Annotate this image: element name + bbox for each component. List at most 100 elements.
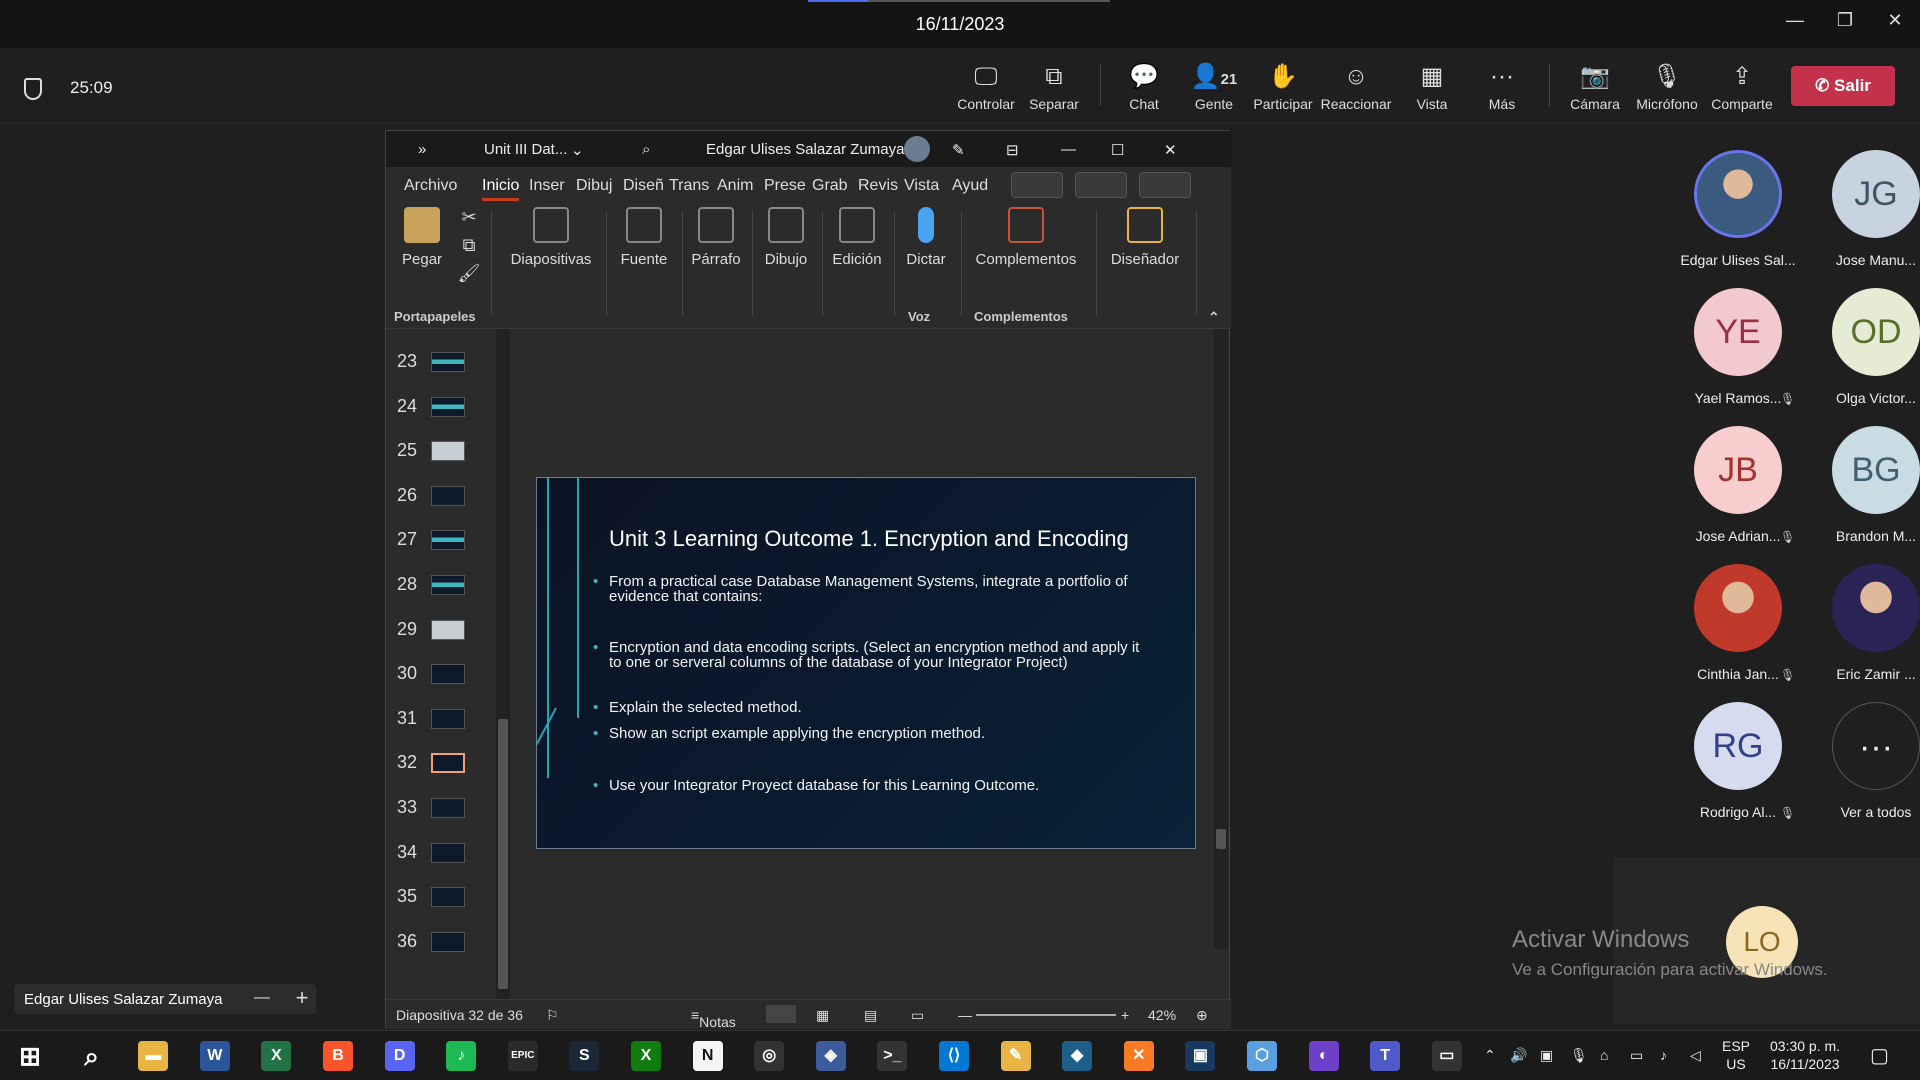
show-hidden-icons[interactable]: ⌃ <box>1484 1047 1496 1064</box>
terminal-icon[interactable]: >_ <box>877 1041 908 1071</box>
chevron-icon[interactable]: » <box>418 141 426 158</box>
comparte-button[interactable]: ⇪ Comparte <box>1706 62 1778 112</box>
slide-thumbnail[interactable] <box>431 798 465 818</box>
system-clock[interactable]: 03:30 p. m. 16/11/2023 <box>1770 1037 1840 1073</box>
ribbon-tab[interactable]: Vista <box>904 177 939 195</box>
slide-thumbnail[interactable] <box>431 708 465 729</box>
view-all-button[interactable]: ··· <box>1832 702 1920 790</box>
ribbon-tab[interactable]: Dibuj <box>576 177 612 195</box>
camera-tray-icon[interactable]: ▣ <box>1540 1047 1553 1064</box>
app-icon[interactable]: ◈ <box>815 1041 846 1071</box>
ribbon-tab[interactable]: Prese <box>764 177 806 195</box>
ribbon-tab[interactable]: Diseñ <box>623 177 664 195</box>
speaker-icon[interactable]: ♪ <box>1660 1047 1667 1063</box>
notion-icon[interactable]: N <box>692 1041 723 1071</box>
slideshow-icon[interactable]: ▭ <box>911 1007 924 1024</box>
participant-avatar[interactable]: JG <box>1832 150 1920 238</box>
slide-thumbnail[interactable] <box>431 575 465 595</box>
ppt-minimize-button[interactable]: — <box>1061 141 1076 158</box>
file-explorer-icon[interactable]: ▬ <box>138 1041 169 1071</box>
3d-icon[interactable]: ⬡ <box>1247 1041 1277 1071</box>
format-painter-icon[interactable]: 🖌 <box>454 263 484 284</box>
slide-thumbnail[interactable] <box>431 753 465 774</box>
paint-icon[interactable]: ✎ <box>1000 1041 1031 1071</box>
ribbon-display-icon[interactable]: ⊟ <box>1006 141 1019 159</box>
paragraph-button[interactable]: Párrafo <box>686 207 746 268</box>
chat-button[interactable]: 💬 Chat <box>1108 62 1180 112</box>
participant-avatar[interactable]: RG <box>1694 702 1782 790</box>
ribbon-tab[interactable]: Ayud <box>952 177 988 195</box>
obs-icon[interactable]: ◎ <box>754 1041 785 1071</box>
zoom-in-icon[interactable]: + <box>1121 1007 1129 1023</box>
ppt-maximize-button[interactable]: ☐ <box>1111 141 1124 159</box>
current-slide[interactable]: Unit 3 Learning Outcome 1. Encryption an… <box>536 477 1196 849</box>
editor-scrollbar[interactable] <box>1214 329 1228 949</box>
ribbon-tab[interactable]: Revis <box>858 177 898 195</box>
participar-button[interactable]: ✋ Participar <box>1247 62 1319 112</box>
close-button[interactable]: ✕ <box>1880 10 1910 38</box>
font-button[interactable]: Fuente <box>614 207 674 268</box>
ribbon-tab[interactable]: Inser <box>529 177 565 195</box>
xbox-icon[interactable]: X <box>631 1041 661 1071</box>
fit-slide-icon[interactable]: ⊕ <box>1196 1007 1208 1024</box>
copy-icon[interactable]: ⧉ <box>454 235 484 256</box>
word-icon[interactable]: W <box>199 1041 230 1071</box>
excel-icon[interactable]: X <box>261 1041 292 1071</box>
notes-button[interactable]: ≡ Notas <box>691 1007 736 1030</box>
slide-thumbnail[interactable] <box>431 619 465 640</box>
participant-avatar[interactable] <box>1694 150 1782 238</box>
zoom-level[interactable]: 42% <box>1148 1007 1176 1023</box>
slide-thumbnail[interactable] <box>431 842 465 863</box>
slide-thumbnail[interactable] <box>431 664 465 685</box>
zoom-in-button[interactable]: + <box>284 985 320 1013</box>
participant-avatar[interactable] <box>1832 564 1920 652</box>
user-avatar[interactable] <box>904 136 930 162</box>
slide-thumbnail[interactable] <box>431 352 465 372</box>
spotify-icon[interactable]: ♪ <box>446 1041 477 1071</box>
cut-icon[interactable]: ✂ <box>454 207 484 228</box>
xampp-icon[interactable]: ✕ <box>1123 1041 1154 1071</box>
notifications-icon[interactable]: ▢ <box>1870 1043 1889 1068</box>
ribbon-tab[interactable]: Anim <box>717 177 753 195</box>
drawing-button[interactable]: Dibujo <box>756 207 816 268</box>
reaccionar-button[interactable]: ☺ Reaccionar <box>1320 62 1392 112</box>
epic-games-icon[interactable]: EPIC <box>507 1041 538 1071</box>
zoom-out-icon[interactable]: — <box>958 1007 972 1023</box>
search-icon[interactable]: ⌕ <box>77 1041 107 1071</box>
ribbon-tab[interactable]: Inicio <box>482 177 520 201</box>
participant-avatar[interactable]: BG <box>1832 426 1920 514</box>
controlar-button[interactable]: 🖵 Controlar <box>950 62 1022 112</box>
sound-icon[interactable]: ◁ <box>1690 1047 1701 1064</box>
mas-button[interactable]: ··· Más <box>1466 62 1538 112</box>
participant-avatar[interactable]: JB <box>1694 426 1782 514</box>
camara-button[interactable]: 📷 Cámara <box>1559 62 1631 112</box>
paste-button[interactable]: Pegar <box>402 207 442 268</box>
slide-thumbnail[interactable] <box>431 485 465 506</box>
search-icon[interactable]: ⌕ <box>642 141 650 158</box>
brave-icon[interactable]: B <box>323 1041 353 1071</box>
participant-avatar[interactable] <box>1694 564 1782 652</box>
battery-icon[interactable]: ▭ <box>1630 1047 1643 1064</box>
ppt-close-button[interactable]: ✕ <box>1164 141 1177 159</box>
minimize-button[interactable]: — <box>1780 10 1810 38</box>
accessibility-icon[interactable]: ⚐ <box>546 1007 559 1024</box>
participant-avatar[interactable]: OD <box>1832 288 1920 376</box>
share-ppt-icon[interactable] <box>1139 172 1191 198</box>
comment-icon[interactable] <box>1011 172 1063 198</box>
record-icon[interactable] <box>1075 172 1127 198</box>
sorter-view-icon[interactable]: ▦ <box>816 1007 829 1024</box>
pen-icon[interactable]: ✎ <box>952 141 965 159</box>
thumbnail-scrollbar[interactable] <box>496 329 510 999</box>
slide-thumbnail[interactable] <box>431 396 465 417</box>
vista-button[interactable]: ▦ Vista <box>1396 62 1468 112</box>
zoom-out-button[interactable]: — <box>244 989 280 1017</box>
slide-thumbnail[interactable] <box>431 530 465 551</box>
designer-button[interactable]: Diseñador <box>1100 207 1190 268</box>
separar-button[interactable]: ⧉ Separar <box>1018 62 1090 112</box>
addins-button[interactable]: Complementos <box>966 207 1086 268</box>
network-icon[interactable]: ⌂ <box>1600 1047 1608 1063</box>
restore-button[interactable]: ❐ <box>1830 10 1860 38</box>
slide-thumbnail[interactable] <box>431 887 465 908</box>
chevron-down-icon[interactable]: ⌄ <box>571 141 584 159</box>
dictate-button[interactable]: Dictar <box>898 207 954 268</box>
